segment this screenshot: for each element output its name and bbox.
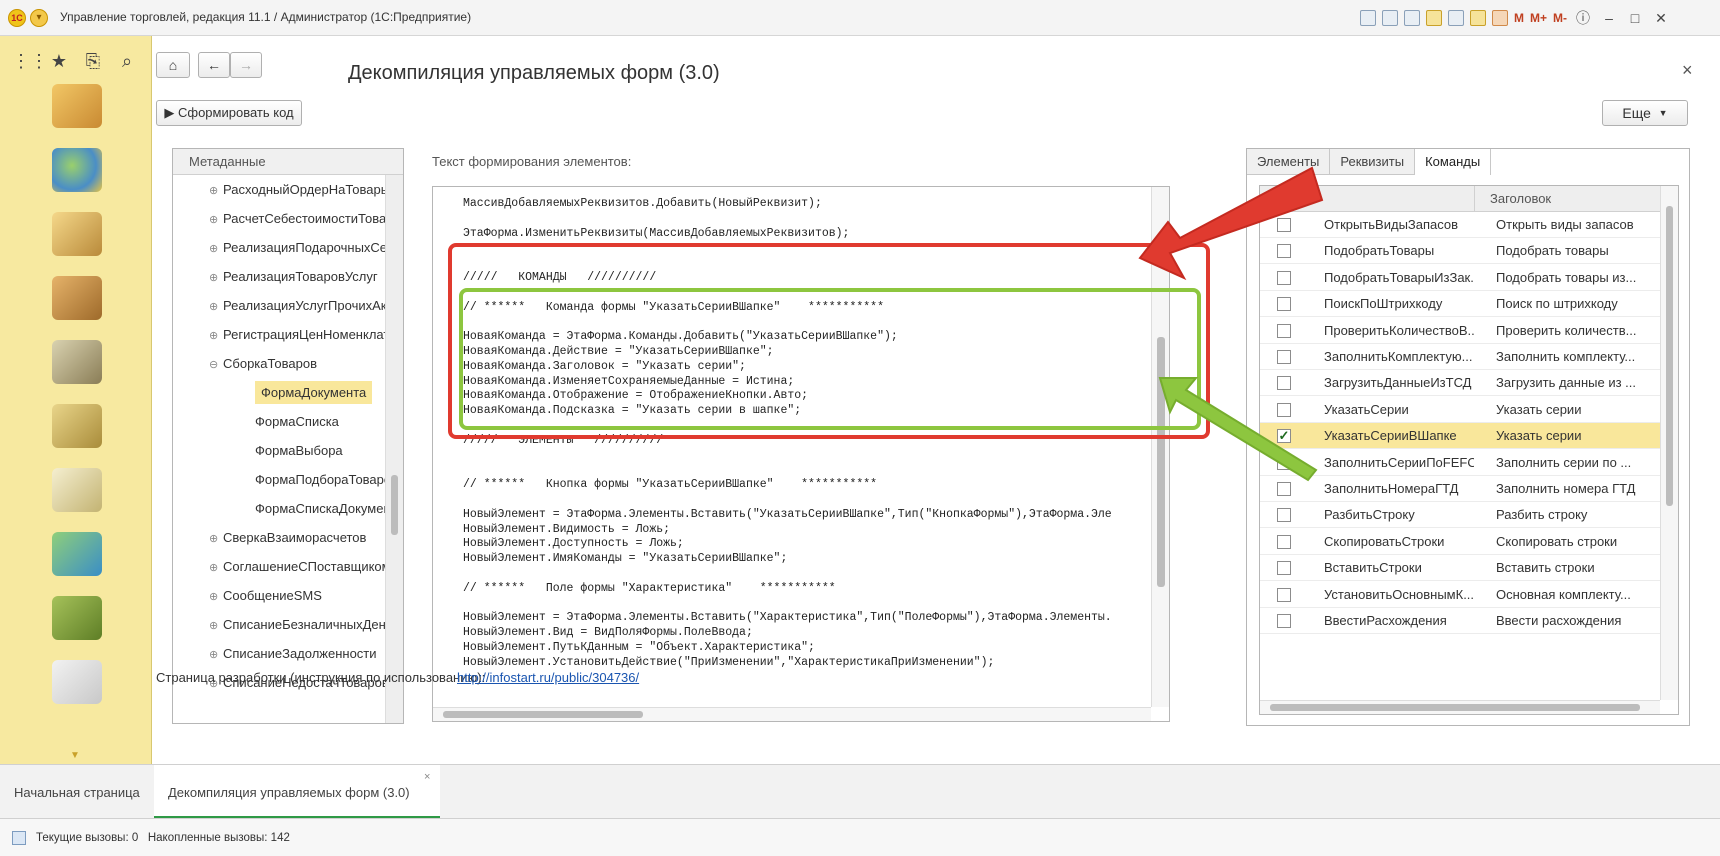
- status-bar: Текущие вызовы: 0 Накопленные вызовы: 14…: [0, 818, 1720, 856]
- tab-close-icon[interactable]: ×: [424, 771, 430, 783]
- annotation-overlay: [448, 166, 1324, 482]
- current-calls: Текущие вызовы: 0: [36, 832, 139, 844]
- status-text: Текущие вызовы: 0 Накопленные вызовы: 14…: [36, 832, 290, 844]
- accumulated-calls: Накопленные вызовы: 142: [147, 832, 290, 844]
- tab-home-page[interactable]: Начальная страница: [0, 765, 154, 819]
- tab-decompilation-label: Декомпиляция управляемых форм (3.0): [168, 785, 410, 800]
- red-arrow-icon: [1138, 166, 1324, 281]
- green-highlight-frame: [459, 288, 1201, 430]
- calls-monitor-icon[interactable]: [12, 831, 26, 845]
- tab-decompilation[interactable]: Декомпиляция управляемых форм (3.0) ×: [154, 765, 440, 819]
- open-windows-bar: Начальная страница Декомпиляция управляе…: [0, 764, 1720, 819]
- red-highlight-frame: [448, 243, 1210, 439]
